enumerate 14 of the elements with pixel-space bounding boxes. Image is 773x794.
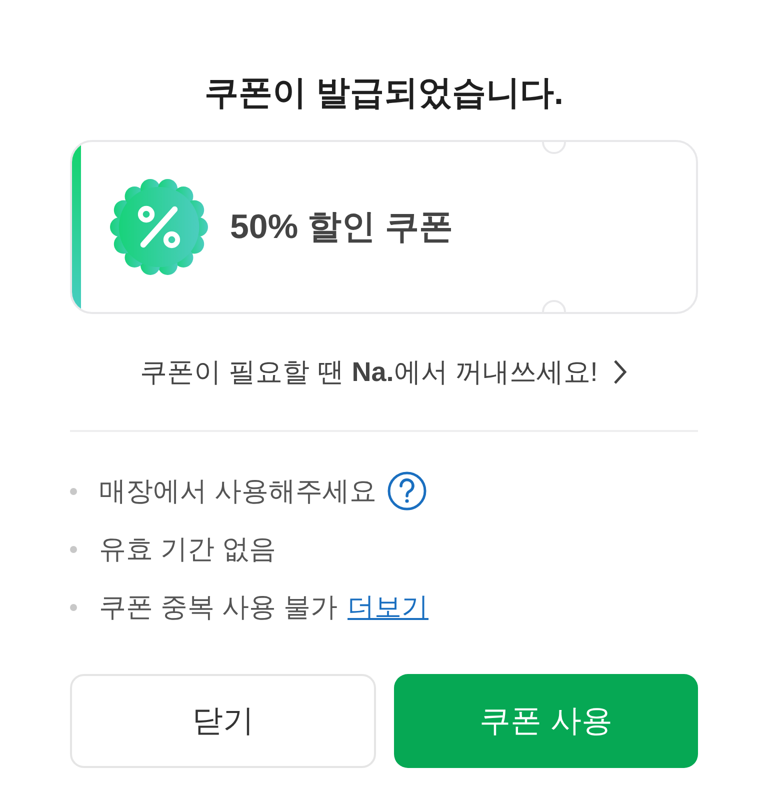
wallet-link[interactable]: 쿠폰이 필요할 땐 Na.에서 꺼내쓰세요! [140,354,598,390]
note-text: 유효 기간 없음 [99,533,276,566]
note-text: 매장에서 사용해주세요 [99,475,377,508]
bullet-dot [70,604,77,610]
more-link[interactable]: 더보기 [348,589,429,625]
bullet-dot [70,546,77,552]
close-button[interactable]: 닫기 [70,674,376,768]
note-text: 쿠폰 중복 사용 불가 [99,591,338,624]
chevron-right-icon[interactable] [612,358,628,386]
coupon-title: 50% 할인 쿠폰 [230,207,453,248]
discount-badge-icon [110,178,208,276]
bullet-dot [70,488,77,494]
dialog-title: 쿠폰이 발급되었습니다. [204,73,564,114]
help-icon[interactable] [386,471,427,511]
